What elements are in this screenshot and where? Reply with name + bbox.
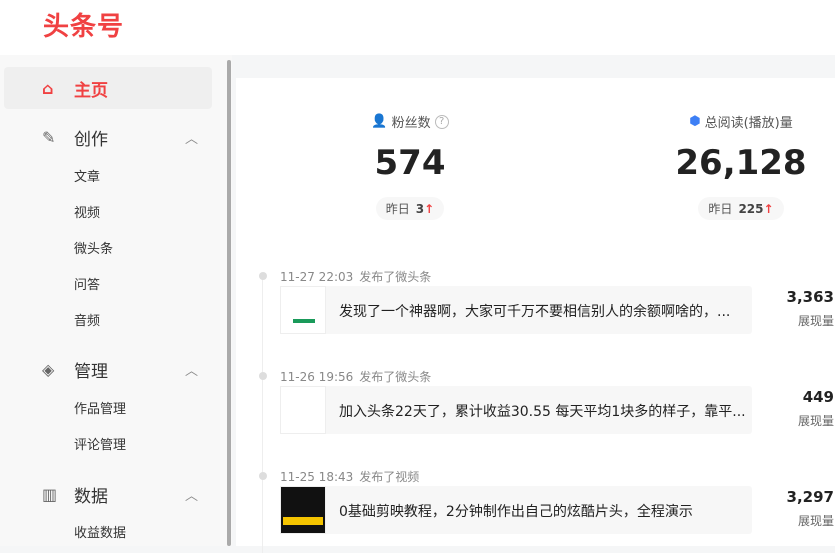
sidebar-sub-income[interactable]: 收益数据	[74, 522, 126, 541]
timeline-dot	[259, 472, 267, 480]
sidebar-sub-comments[interactable]: 评论管理	[74, 434, 126, 453]
header: 头条号	[0, 0, 835, 55]
logo[interactable]: 头条号	[43, 6, 124, 43]
feed-card[interactable]: 加入头条22天了，累计收益30.55 每天平均1块多的样子，靠平...	[280, 386, 752, 434]
fans-yesterday: 昨日 3↑	[375, 197, 445, 220]
sidebar-item-data[interactable]: ▥ 数据 ︿	[4, 473, 212, 515]
arrow-up-icon: ↑	[763, 202, 774, 216]
pen-icon: ✎	[42, 127, 56, 147]
fans-stat: 👤 粉丝数? 574 昨日 3↑	[360, 112, 460, 220]
feed-card[interactable]: 发现了一个神器啊，大家可千万不要相信别人的余额啊啥的，...	[280, 286, 752, 334]
reads-yesterday: 昨日 225↑	[698, 197, 784, 220]
chevron-up-icon: ︿	[184, 131, 198, 147]
thumbnail	[280, 286, 326, 334]
home-icon: ⌂	[42, 78, 54, 98]
sidebar-sub-video[interactable]: 视频	[74, 202, 100, 221]
sidebar: ⌂ 主页 ✎ 创作 ︿ 文章 视频 微头条 问答 音频 ◈ 管理 ︿ 作品管理 评论管理 …	[0, 55, 232, 546]
layers-icon: ◈	[42, 359, 55, 379]
sidebar-sub-works[interactable]: 作品管理	[74, 398, 126, 417]
reads-stat: ⬢ 总阅读(播放)量 26,128 昨日 225↑	[666, 112, 816, 220]
feed-card[interactable]: 0基础剪映教程，2分钟制作出自己的炫酷片头，全程演示	[280, 486, 752, 534]
sidebar-sub-audio[interactable]: 音频	[74, 310, 100, 329]
arrow-up-icon: ↑	[424, 202, 435, 216]
video-thumbnail	[280, 486, 326, 534]
chevron-up-icon: ︿	[184, 488, 198, 504]
bar-chart-icon: ▥	[42, 484, 58, 504]
read-icon: ⬢	[689, 114, 701, 129]
sidebar-item-manage[interactable]: ◈ 管理 ︿	[4, 348, 212, 390]
sidebar-item-create[interactable]: ✎ 创作 ︿	[4, 116, 212, 158]
timeline-dot	[259, 272, 267, 280]
chevron-up-icon: ︿	[184, 363, 198, 379]
main-panel: 👤 粉丝数? 574 昨日 3↑ ⬢ 总阅读(播放)量 26,128 昨日 225↑ 1…	[236, 78, 835, 553]
timeline-line	[262, 273, 263, 553]
help-icon[interactable]: ?	[434, 114, 449, 129]
sidebar-sub-micro[interactable]: 微头条	[74, 238, 113, 257]
timeline-dot	[259, 372, 267, 380]
sidebar-scrollbar[interactable]	[227, 60, 231, 546]
user-icon: 👤	[371, 114, 388, 129]
sidebar-item-home[interactable]: ⌂ 主页	[4, 67, 212, 109]
thumbnail	[280, 386, 326, 434]
sidebar-sub-article[interactable]: 文章	[74, 166, 100, 185]
sidebar-sub-qa[interactable]: 问答	[74, 274, 100, 293]
